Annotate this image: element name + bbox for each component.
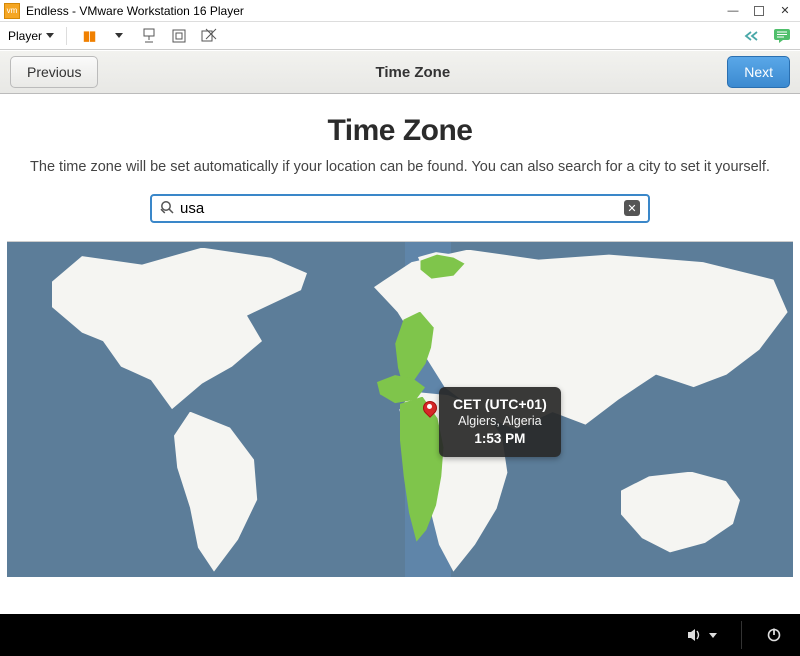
player-menu-label: Player — [8, 29, 42, 43]
restore-button[interactable] — [748, 2, 770, 20]
close-button[interactable]: ✕ — [774, 2, 796, 20]
power-icon[interactable] — [766, 627, 782, 643]
back-nav-icon[interactable] — [742, 26, 762, 46]
window-titlebar: vm Endless - VMware Workstation 16 Playe… — [0, 0, 800, 22]
previous-button[interactable]: Previous — [10, 56, 98, 88]
page-heading: Time Zone — [30, 114, 770, 148]
city-search-input[interactable] — [180, 200, 624, 217]
setup-content: Time Zone The time zone will be set auto… — [0, 94, 800, 223]
volume-icon[interactable] — [687, 627, 717, 643]
location-pin-icon — [423, 401, 437, 421]
setup-header-bar: Previous Time Zone Next — [0, 50, 800, 94]
vmware-toolbar: Player ▮▮ — [0, 22, 800, 50]
caret-down-icon — [709, 633, 717, 638]
clear-search-icon[interactable]: ✕ — [624, 200, 640, 216]
tooltip-time: 1:53 PM — [453, 430, 547, 448]
messages-icon[interactable] — [772, 26, 792, 46]
setup-header-title: Time Zone — [98, 64, 727, 81]
pause-vm-button[interactable]: ▮▮ — [79, 26, 99, 46]
timezone-map[interactable]: CET (UTC+01) Algiers, Algeria 1:53 PM — [7, 241, 793, 577]
tooltip-tz-label: CET (UTC+01) — [453, 395, 547, 414]
minimize-button[interactable]: — — [722, 2, 744, 20]
window-title: Endless - VMware Workstation 16 Player — [26, 4, 722, 18]
city-search-box[interactable]: ✕ — [150, 194, 650, 223]
guest-bottom-bar — [0, 614, 800, 656]
page-description: The time zone will be set automatically … — [30, 158, 770, 178]
caret-down-icon — [46, 33, 54, 38]
vmware-app-icon: vm — [4, 3, 20, 19]
tooltip-location: Algiers, Algeria — [453, 413, 547, 430]
search-icon — [160, 200, 174, 217]
next-button[interactable]: Next — [727, 56, 790, 88]
unity-button[interactable] — [199, 26, 219, 46]
player-menu[interactable]: Player — [8, 29, 54, 43]
send-ctrl-alt-del-button[interactable] — [139, 26, 159, 46]
timezone-tooltip: CET (UTC+01) Algiers, Algeria 1:53 PM — [439, 387, 561, 457]
fullscreen-button[interactable] — [169, 26, 189, 46]
pause-dropdown[interactable] — [109, 26, 129, 46]
